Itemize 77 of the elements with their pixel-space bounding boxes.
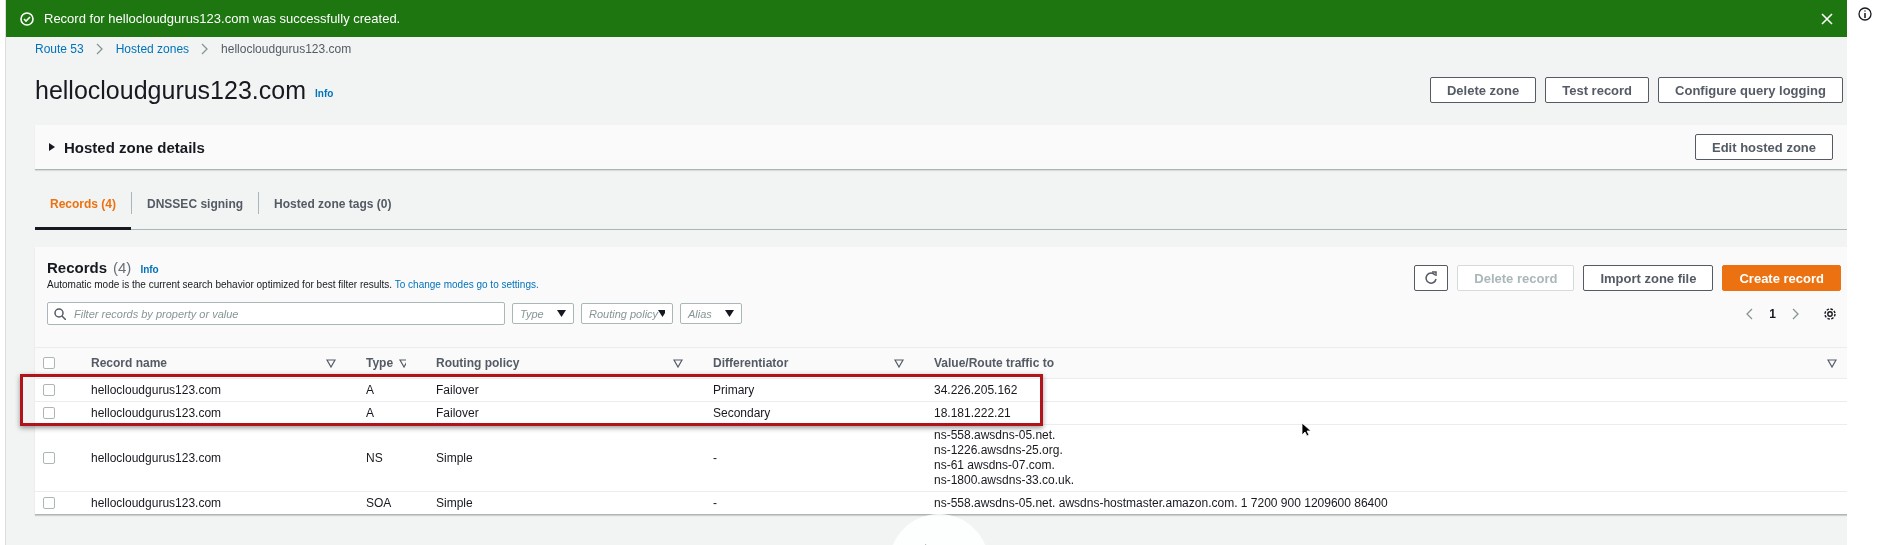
breadcrumb-link[interactable]: Hosted zones	[115, 42, 190, 56]
table-cell: NS	[366, 451, 383, 465]
header-button[interactable]: Delete zone	[1429, 77, 1537, 103]
table-cell: ns-1800.awsdns-33.co.uk.	[934, 473, 1075, 488]
sort-icon[interactable]	[326, 358, 336, 368]
caret-icon	[658, 310, 665, 317]
table-cell: Primary	[713, 383, 755, 397]
table-cell: -	[713, 451, 717, 465]
checkbox[interactable]	[43, 452, 55, 464]
previous-page-icon[interactable]	[1746, 307, 1754, 320]
column-header[interactable]: Record name	[91, 356, 168, 370]
edit-button[interactable]: Edit hosted zone	[1695, 134, 1833, 160]
notification-message: Record for hellocloudgurus123.com was successfully created.	[44, 11, 402, 26]
tab[interactable]: Hosted zone tags (0)	[259, 180, 407, 230]
table-cell: ns-558.awsdns-05.net. awsdns-hostmaster.amazon.com. 1 7200 900 1209600 86400	[934, 496, 1388, 510]
table-cell: Failover	[436, 383, 479, 397]
table-cell: hellocloudgurus123.com	[91, 406, 222, 420]
table-cell: hellocloudgurus123.com	[91, 451, 222, 465]
table-cell: ns-61 awsdns-07.com.	[934, 458, 1055, 473]
breadcrumb-link[interactable]: Route 53	[35, 42, 84, 56]
checkbox[interactable]	[43, 497, 55, 509]
table-cell: Simple	[436, 496, 473, 510]
column-header[interactable]: Value/Route traffic to	[934, 356, 1055, 370]
tab[interactable]: DNSSEC signing	[132, 180, 259, 230]
column-header[interactable]: Type	[366, 356, 394, 370]
checkbox[interactable]	[43, 357, 55, 369]
checkbox[interactable]	[43, 384, 55, 396]
record-count: (4)	[113, 259, 132, 276]
column-header[interactable]: Differentiator	[713, 356, 789, 370]
caret-icon	[557, 310, 566, 317]
next-page-icon[interactable]	[1792, 307, 1799, 320]
caret-icon	[725, 310, 734, 317]
sort-icon[interactable]	[1827, 358, 1837, 368]
filter-dropdown[interactable]: Routing policy	[581, 303, 673, 324]
table-cell: -	[713, 496, 717, 510]
sort-icon[interactable]	[399, 358, 406, 368]
close-icon[interactable]	[1821, 12, 1833, 25]
breadcrumb-current: hellocloudgurus123.com	[221, 42, 352, 56]
success-icon	[20, 11, 34, 26]
table-cell: ns-558.awsdns-05.net.	[934, 428, 1056, 443]
chevron-icon	[95, 43, 104, 55]
table-cell: Failover	[436, 406, 479, 420]
refresh-button[interactable]	[1414, 265, 1449, 291]
search-icon	[54, 308, 66, 320]
table-cell: 34.226.205.162	[934, 383, 1018, 397]
column-header[interactable]: Routing policy	[436, 356, 520, 370]
refresh-icon	[1424, 271, 1439, 285]
table-cell: 18.181.222.21	[934, 406, 1011, 420]
table-cell: hellocloudgurus123.com	[91, 496, 222, 510]
page-title: hellocloudgurus123.com	[35, 75, 306, 105]
description-text: Automatic mode is the current search behavior optimized for best filter results. To change modes go to settings.	[47, 279, 540, 290]
table-cell: SOA	[366, 496, 392, 510]
table-cell: ns-1226.awsdns-25.org.	[934, 443, 1063, 458]
table-cell: Secondary	[713, 406, 771, 420]
info-icon[interactable]	[1857, 7, 1872, 21]
chevron-icon	[201, 43, 210, 55]
section-title[interactable]: Hosted zone details	[64, 138, 205, 156]
settings-link[interactable]: To change modes go to settings.	[394, 279, 539, 290]
filter-dropdown[interactable]: Alias	[680, 303, 742, 324]
section-title: Records	[47, 259, 108, 276]
header-button[interactable]: Test record	[1545, 77, 1650, 103]
action-button[interactable]: Import zone file	[1583, 265, 1714, 291]
sort-icon[interactable]	[673, 358, 683, 368]
table-cell: Simple	[436, 451, 473, 465]
sort-icon[interactable]	[894, 358, 904, 368]
header-button[interactable]: Configure query logging	[1658, 77, 1843, 103]
caret-icon[interactable]	[48, 143, 56, 151]
info-link[interactable]: Info	[140, 264, 159, 275]
settings-icon[interactable]	[1823, 306, 1837, 321]
search-field[interactable]: Filter records by property or value	[47, 302, 505, 325]
checkbox[interactable]	[43, 407, 55, 419]
page-number[interactable]: 1	[1769, 306, 1776, 321]
filter-dropdown[interactable]: Type	[512, 303, 574, 324]
table-cell: A	[366, 383, 374, 397]
table-cell: hellocloudgurus123.com	[91, 383, 222, 397]
info-link[interactable]: Info	[315, 87, 1430, 99]
table-cell: A	[366, 406, 374, 420]
